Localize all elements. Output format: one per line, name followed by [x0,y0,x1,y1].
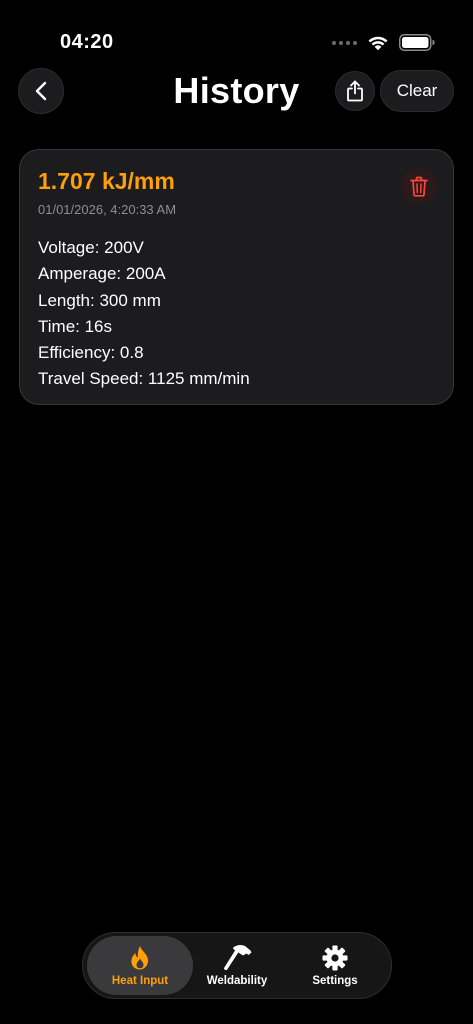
flame-icon [129,944,151,972]
delete-entry-button[interactable] [401,168,437,204]
share-button[interactable] [335,71,375,111]
detail-time: Time: 16s [38,316,113,336]
tab-label: Heat Input [111,975,169,987]
tab-weldability[interactable]: Weldability [191,936,283,995]
tab-settings[interactable]: Settings [289,936,381,995]
status-icons [332,34,435,51]
wifi-icon [368,36,388,50]
back-button[interactable] [18,68,64,114]
detail-efficiency: Efficiency: 0.8 [38,343,144,363]
share-icon [347,80,363,102]
trash-icon [410,176,428,197]
detail-travel-speed: Travel Speed: 1125 mm/min [38,369,250,389]
history-entry-card[interactable]: 1.707 kJ/mm 01/01/2026, 4:20:33 AM Volta… [19,149,454,405]
detail-voltage: Voltage: 200V [38,238,144,257]
cellular-signal-icon [332,40,357,45]
tab-label: Weldability [206,975,268,987]
tab-bar: Heat Input Weldability Settings [82,932,392,999]
chevron-left-icon [35,81,47,101]
status-bar: 04:20 [0,0,473,70]
gear-icon [322,944,348,972]
detail-amperage: Amperage: 200A [38,264,166,284]
detail-length: Length: 300 mm [38,290,161,310]
heat-input-value: 1.707 kJ/mm [38,168,175,194]
navigation-header: History Clear [0,68,473,114]
clear-button[interactable]: Clear [380,70,454,112]
battery-icon [399,34,435,51]
hammer-icon [221,944,253,972]
status-time: 04:20 [60,31,114,53]
tab-label: Settings [312,975,358,987]
entry-timestamp: 01/01/2026, 4:20:33 AM [38,202,177,217]
tab-heat-input[interactable]: Heat Input [87,936,193,995]
entry-details-list: Voltage: 200V Amperage: 200A Length: 300… [38,235,250,393]
